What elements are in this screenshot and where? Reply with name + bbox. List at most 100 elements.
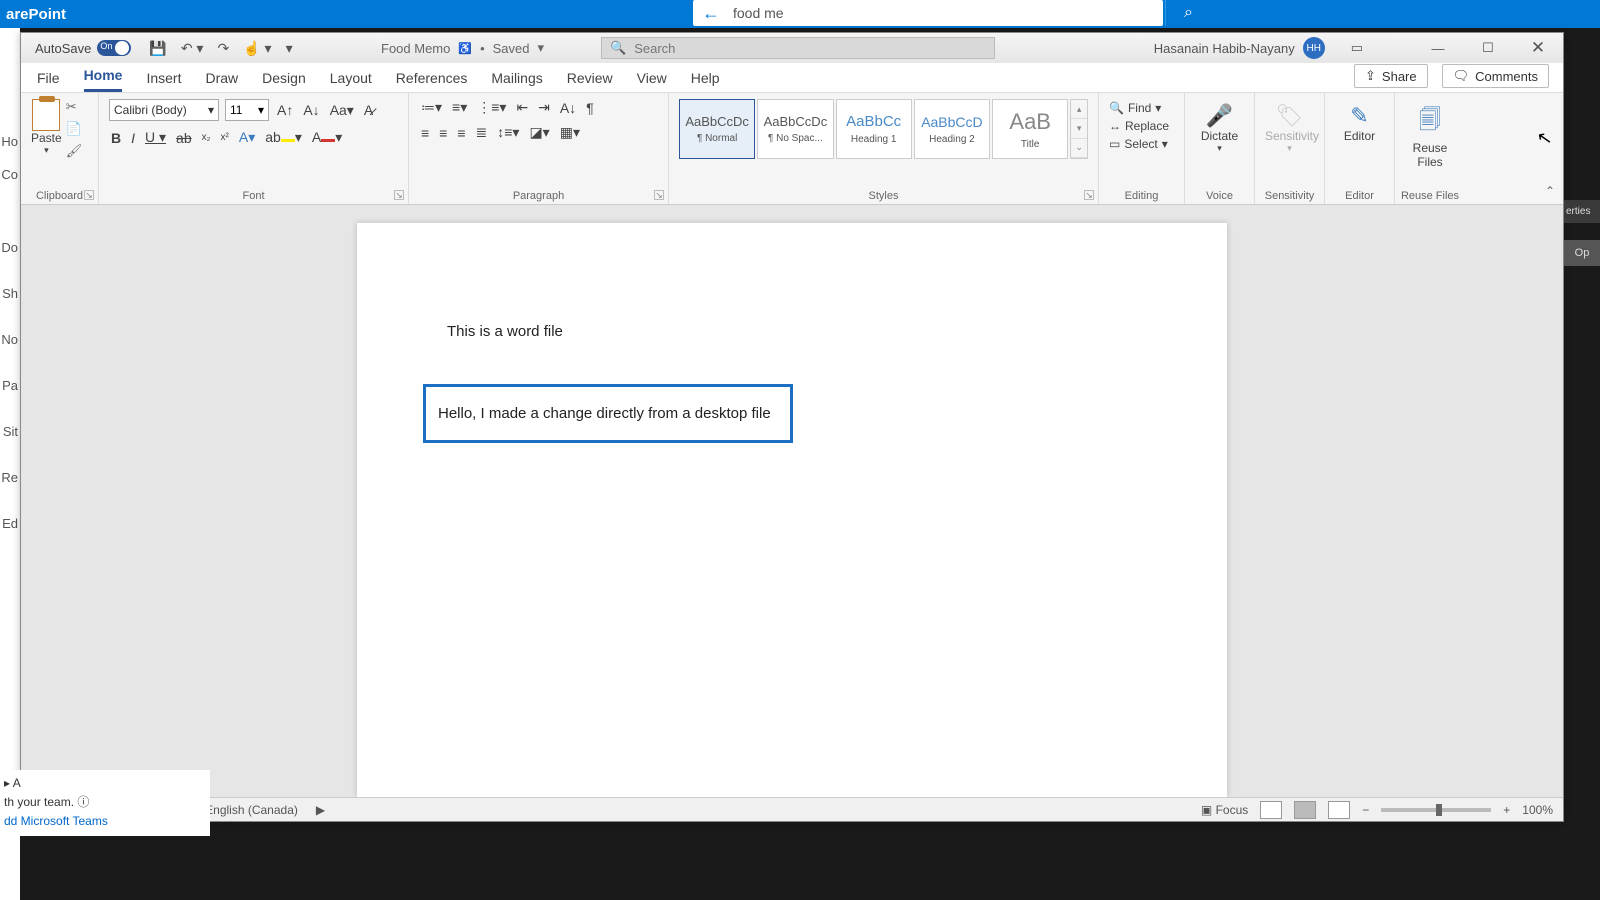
sort-icon[interactable]: A↓ (558, 100, 578, 116)
clear-formatting-icon[interactable]: A̷ (362, 102, 375, 118)
left-peek-item[interactable]: Sit (0, 408, 20, 454)
grow-font-icon[interactable]: A↑ (275, 102, 295, 118)
tab-insert[interactable]: Insert (146, 64, 181, 92)
superscript-button[interactable]: x² (219, 132, 231, 143)
account-area[interactable]: Hasanain Habib-Nayany HH ▭ (1154, 37, 1363, 59)
sharepoint-search-input[interactable] (723, 5, 1163, 21)
open-button-peek[interactable]: Op (1564, 240, 1600, 266)
qat-customize-icon[interactable]: ▾ (286, 40, 293, 57)
tab-view[interactable]: View (637, 64, 667, 92)
show-marks-icon[interactable]: ¶ (584, 100, 596, 116)
find-button[interactable]: 🔍 Find ▾ (1109, 101, 1187, 115)
replace-button[interactable]: ↔ Replace (1109, 119, 1187, 133)
add-teams-link[interactable]: dd Microsoft Teams (4, 812, 206, 831)
select-button[interactable]: ▭ Select ▾ (1109, 137, 1187, 151)
language-indicator[interactable]: English (Canada) (205, 803, 298, 817)
back-arrow-icon[interactable]: ← (699, 3, 723, 24)
close-button[interactable]: ✕ (1513, 33, 1563, 63)
align-left-icon[interactable]: ≡ (419, 125, 431, 141)
multilevel-list-icon[interactable]: ⋮≡▾ (475, 99, 508, 116)
align-center-icon[interactable]: ≡ (437, 125, 449, 141)
dictate-group[interactable]: 🎤 Dictate ▾ Voice (1185, 93, 1255, 204)
left-peek-item[interactable]: Co (0, 164, 20, 184)
ribbon-display-icon[interactable]: ▭ (1351, 40, 1363, 56)
copy-icon[interactable]: 📄 (66, 121, 83, 137)
editor-group[interactable]: ✎ Editor Editor (1325, 93, 1395, 204)
minimize-button[interactable]: ― (1413, 33, 1463, 63)
dialog-launcher-icon[interactable]: ↘ (1084, 190, 1094, 200)
style-title[interactable]: AaBTitle (992, 99, 1068, 159)
reuse-files-group[interactable]: 🗐 Reuse Files Reuse Files (1395, 93, 1465, 204)
document-text[interactable]: Hello, I made a change directly from a d… (438, 405, 771, 422)
style-normal[interactable]: AaBbCcDc¶ Normal (679, 99, 755, 159)
justify-icon[interactable]: ≣ (474, 124, 490, 141)
highlight-icon[interactable]: ab▾ (263, 129, 304, 146)
redo-icon[interactable]: ↷ (217, 40, 229, 57)
sharepoint-search-box[interactable]: ← (693, 0, 1163, 26)
subscript-button[interactable]: x₂ (200, 132, 213, 143)
text-effects-icon[interactable]: A▾ (237, 129, 257, 146)
paste-button[interactable]: Paste ▾ (31, 99, 62, 186)
borders-icon[interactable]: ▦▾ (558, 124, 582, 141)
share-button[interactable]: ⇪Share (1354, 64, 1428, 88)
dialog-launcher-icon[interactable]: ↘ (394, 190, 404, 200)
line-spacing-icon[interactable]: ↕≡▾ (495, 124, 521, 141)
style-heading1[interactable]: AaBbCcHeading 1 (836, 99, 912, 159)
collapse-ribbon-icon[interactable]: ⌃ (1545, 184, 1555, 198)
strikethrough-button[interactable]: ab (174, 130, 194, 146)
align-right-icon[interactable]: ≡ (455, 125, 467, 141)
toggle-switch[interactable]: On (97, 40, 131, 56)
left-peek-item[interactable]: Ho (0, 118, 20, 164)
web-layout-icon[interactable] (1328, 801, 1350, 819)
style-nospacing[interactable]: AaBbCcDc¶ No Spac... (757, 99, 833, 159)
save-icon[interactable]: 💾 (149, 40, 166, 57)
bold-button[interactable]: B (109, 130, 123, 146)
tab-draw[interactable]: Draw (205, 64, 238, 92)
tab-design[interactable]: Design (262, 64, 306, 92)
read-mode-icon[interactable] (1260, 801, 1282, 819)
tab-help[interactable]: Help (691, 64, 720, 92)
format-painter-icon[interactable]: 🖌 (66, 143, 83, 159)
decrease-indent-icon[interactable]: ⇤ (514, 99, 530, 116)
document-text[interactable]: This is a word file (447, 323, 1137, 340)
document-canvas[interactable]: This is a word file Hello, I made a chan… (21, 205, 1563, 797)
chevron-down-icon[interactable]: ▾ (538, 40, 545, 56)
properties-panel-peek[interactable]: erties (1564, 200, 1600, 223)
italic-button[interactable]: I (129, 130, 137, 146)
dialog-launcher-icon[interactable]: ↘ (654, 190, 664, 200)
styles-scroll[interactable]: ▴▾⌄ (1070, 99, 1088, 159)
left-peek-item[interactable]: Pa (0, 362, 20, 408)
zoom-in-icon[interactable]: + (1503, 803, 1510, 817)
font-size-combo[interactable]: 11▾ (225, 99, 269, 121)
document-title[interactable]: Food Memo ♿ • Saved ▾ (381, 40, 544, 56)
underline-button[interactable]: U ▾ (143, 129, 168, 146)
tab-file[interactable]: File (37, 64, 60, 92)
cut-icon[interactable]: ✂ (66, 99, 83, 115)
tab-review[interactable]: Review (567, 64, 613, 92)
tab-references[interactable]: References (396, 64, 468, 92)
zoom-slider[interactable] (1381, 808, 1491, 812)
document-page[interactable]: This is a word file Hello, I made a chan… (357, 223, 1227, 797)
tab-mailings[interactable]: Mailings (491, 64, 542, 92)
comments-button[interactable]: 🗨Comments (1442, 64, 1549, 88)
bullets-icon[interactable]: ≔▾ (419, 99, 444, 116)
shading-icon[interactable]: ◪▾ (527, 124, 551, 141)
numbering-icon[interactable]: ≡▾ (450, 99, 469, 116)
zoom-percent[interactable]: 100% (1522, 803, 1553, 817)
left-peek-item[interactable]: Ed (0, 500, 20, 546)
increase-indent-icon[interactable]: ⇥ (536, 99, 552, 116)
tab-layout[interactable]: Layout (330, 64, 372, 92)
left-peek-item[interactable]: Re (0, 454, 20, 500)
left-peek-item[interactable]: Sh (0, 270, 20, 316)
sharepoint-search-button[interactable]: ⌕ (1165, 0, 1211, 26)
macro-icon[interactable]: ▶ (316, 803, 325, 817)
print-layout-icon[interactable] (1294, 801, 1316, 819)
focus-mode-button[interactable]: ▣ Focus (1201, 803, 1248, 817)
tab-home[interactable]: Home (84, 61, 123, 92)
shrink-font-icon[interactable]: A↓ (301, 102, 321, 118)
autosave-toggle[interactable]: AutoSave On (35, 40, 131, 56)
style-heading2[interactable]: AaBbCcDHeading 2 (914, 99, 990, 159)
word-search-box[interactable]: 🔍 Search (601, 37, 995, 59)
change-case-icon[interactable]: Aa▾ (328, 102, 356, 119)
left-peek-item[interactable]: No (0, 316, 20, 362)
